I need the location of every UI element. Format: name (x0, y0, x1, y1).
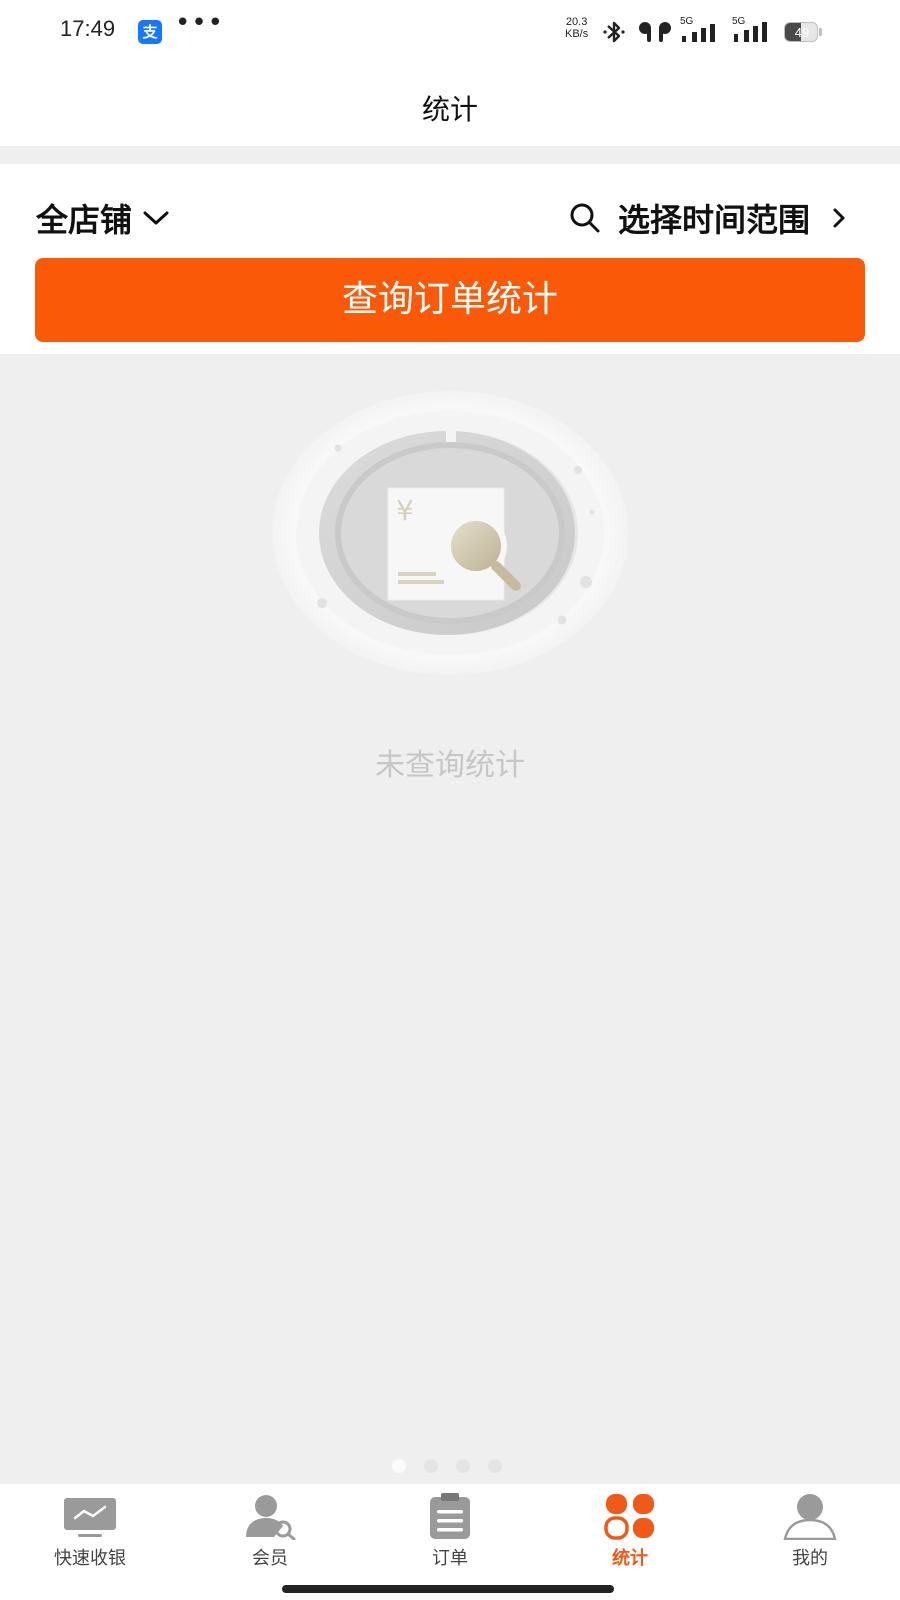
nav-label: 我的 (792, 1548, 828, 1569)
filter-panel: 全店铺 选择时间范围 查询订单统计 (0, 164, 900, 354)
earbuds-icon (639, 22, 671, 42)
store-selector-label: 全店铺 (36, 201, 133, 239)
clipboard-icon (430, 1493, 470, 1539)
title-bar: 统计 (0, 66, 900, 146)
chevron-down-icon (143, 211, 169, 225)
battery-body: 49 (784, 22, 818, 42)
time-range-selector[interactable]: 选择时间范围 (568, 194, 848, 242)
nav-label: 订单 (432, 1548, 468, 1569)
page-indicator (392, 1459, 512, 1475)
member-icon (246, 1495, 296, 1540)
signal-icon: 5G (680, 16, 726, 46)
page-dot (424, 1459, 438, 1473)
nav-item-statistics[interactable]: 统计 (540, 1492, 720, 1578)
stats-grid-icon (604, 1494, 654, 1540)
signal-icon: 5G (732, 16, 778, 46)
monitor-icon (64, 1498, 116, 1537)
page-dot (488, 1459, 502, 1473)
nav-label: 会员 (252, 1548, 288, 1569)
profile-icon (783, 1494, 837, 1540)
currency-symbol: ¥ (396, 494, 414, 527)
nav-label: 统计 (612, 1548, 648, 1569)
nav-item-profile[interactable]: 我的 (720, 1492, 900, 1578)
network-speed: 20.3 KB/s (565, 16, 588, 40)
page-title: 统计 (421, 93, 478, 126)
divider (0, 146, 900, 164)
page-dot (392, 1459, 406, 1473)
empty-state-message: 未查询统计 (375, 748, 525, 783)
nav-label: 快速收银 (54, 1548, 126, 1569)
battery-icon: 49 (784, 22, 824, 42)
network-speed-unit: KB/s (565, 28, 589, 40)
status-bar: 17:49 支 ••• 20.3 KB/s 5G 5G 49 (0, 0, 900, 66)
nav-item-orders[interactable]: 订单 (360, 1492, 540, 1578)
alipay-icon: 支 (138, 20, 162, 44)
empty-state-illustration: ¥ (272, 391, 628, 675)
nav-item-quick-checkout[interactable]: 快速收银 (0, 1492, 180, 1578)
home-indicator[interactable] (282, 1585, 614, 1593)
battery-tip (819, 28, 822, 36)
battery-level: 49 (794, 25, 810, 40)
page-dot (456, 1459, 470, 1473)
nav-item-members[interactable]: 会员 (180, 1492, 360, 1578)
time-range-label: 选择时间范围 (617, 201, 810, 239)
bluetooth-icon (603, 21, 625, 43)
chevron-right-icon (833, 208, 845, 228)
network-speed-value: 20.3 (565, 16, 588, 28)
query-order-stats-button[interactable]: 查询订单统计 (35, 258, 865, 342)
search-icon (570, 203, 600, 233)
bottom-nav: 快速收银 会员 订单 统计 我的 (0, 1484, 900, 1600)
status-time: 17:49 (60, 16, 116, 41)
store-selector[interactable]: 全店铺 (36, 194, 170, 242)
more-icon: ••• (175, 8, 225, 38)
